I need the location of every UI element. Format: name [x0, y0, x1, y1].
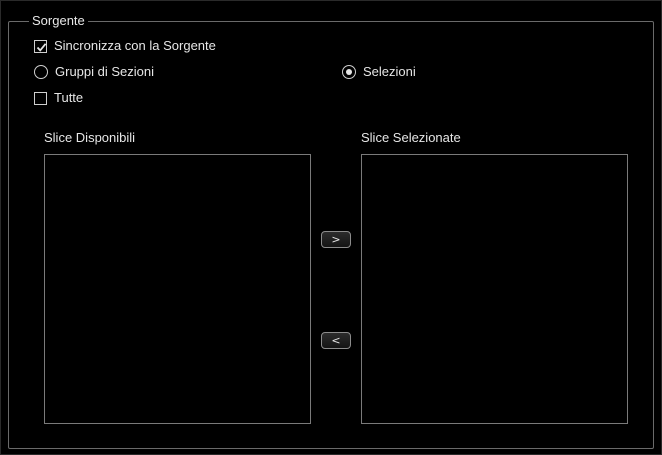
selections-radio-label: Selezioni: [363, 64, 416, 79]
selected-slices-list[interactable]: [361, 154, 628, 424]
dialog-window: Sorgente Sincronizza con la Sorgente Gru…: [0, 0, 662, 455]
remove-slice-button[interactable]: <: [321, 332, 351, 349]
all-option[interactable]: Tutte: [34, 89, 83, 107]
add-slice-button[interactable]: >: [321, 231, 351, 248]
available-slices-list[interactable]: [44, 154, 311, 424]
available-slices-label: Slice Disponibili: [44, 130, 136, 145]
selections-radio[interactable]: [342, 65, 356, 79]
all-checkbox[interactable]: [34, 91, 47, 105]
radio-option-selections[interactable]: Selezioni: [342, 63, 416, 81]
radio-selected-dot: [346, 69, 352, 75]
selected-slices-label: Slice Selezionate: [361, 130, 461, 145]
radio-option-section-groups[interactable]: Gruppi di Sezioni: [34, 63, 154, 81]
sync-checkbox[interactable]: [34, 39, 47, 53]
checkmark-icon: [36, 42, 47, 52]
source-groupbox-title: Sorgente: [29, 13, 88, 29]
sync-option[interactable]: Sincronizza con la Sorgente: [34, 37, 216, 55]
sync-checkbox-label: Sincronizza con la Sorgente: [54, 38, 216, 53]
section-groups-radio-label: Gruppi di Sezioni: [55, 64, 154, 79]
all-checkbox-label: Tutte: [54, 90, 84, 105]
section-groups-radio[interactable]: [34, 65, 48, 79]
